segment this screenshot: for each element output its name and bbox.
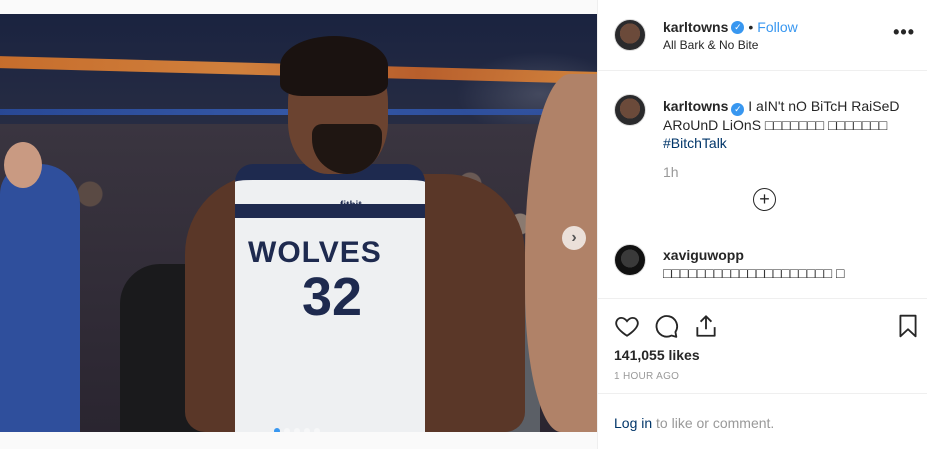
fan-left-body [0, 164, 80, 432]
share-icon[interactable] [693, 313, 719, 339]
login-rest: to like or comment. [652, 415, 775, 431]
carousel-dot [314, 428, 320, 432]
login-text: Log in to like or comment. [614, 415, 774, 431]
jersey-team-text: WOLVES [248, 236, 382, 269]
caption: karltowns ✓ I aIN't nO BiTcH RaiSeD ARoUn… [663, 97, 908, 152]
avatar[interactable] [614, 94, 646, 126]
avatar[interactable] [614, 19, 646, 51]
post-header: karltowns ✓ • Follow All Bark & No Bite … [598, 0, 927, 71]
jersey-number: 32 [301, 267, 363, 327]
comment: xaviguwopp □□□□□□□□□□□□□□□□□□□□ □ [663, 246, 908, 282]
header-separator: • [748, 19, 754, 35]
verified-icon: ✓ [731, 20, 745, 34]
header-name-row: karltowns ✓ • Follow [663, 19, 798, 35]
carousel-dots [274, 428, 320, 432]
post-photo[interactable]: fitbit WOLVES 32 › [0, 14, 597, 432]
post-actions: 141,055 likes 1 HOUR AGO [598, 298, 927, 393]
login-link[interactable]: Log in [614, 415, 652, 431]
carousel-dot [304, 428, 310, 432]
player-hair [280, 36, 388, 96]
post-timestamp: 1 HOUR AGO [614, 371, 680, 382]
heart-icon[interactable] [614, 313, 640, 339]
jersey-stripe [235, 204, 425, 218]
follow-button[interactable]: Follow [757, 19, 797, 35]
more-icon[interactable]: ••• [893, 22, 915, 43]
comment-icon[interactable] [653, 313, 679, 339]
caption-hashtag[interactable]: #BitchTalk [663, 135, 727, 151]
comment-username[interactable]: xaviguwopp [663, 247, 744, 263]
carousel-dot [274, 428, 280, 432]
likes-count[interactable]: 141,055 likes [614, 347, 700, 363]
jersey-sponsor: fitbit [340, 200, 362, 211]
comment-text: □□□□□□□□□□□□□□□□□□□□ □ [663, 265, 845, 281]
login-prompt: Log in to like or comment. [598, 393, 927, 449]
comments-section: karltowns ✓ I aIN't nO BiTcH RaiSeD ARoUn… [598, 72, 927, 298]
carousel-next-button[interactable]: › [562, 226, 586, 250]
caption-username[interactable]: karltowns [663, 98, 728, 114]
chevron-right-icon: › [571, 229, 577, 246]
add-comment-icon[interactable]: + [753, 188, 776, 211]
carousel-dot [294, 428, 300, 432]
fan-left-head [4, 142, 42, 188]
post-side-panel: karltowns ✓ • Follow All Bark & No Bite … [597, 0, 927, 449]
carousel-dot [284, 428, 290, 432]
header-username[interactable]: karltowns [663, 19, 728, 35]
verified-icon: ✓ [731, 102, 745, 116]
bookmark-icon[interactable] [895, 313, 921, 339]
header-subtitle: All Bark & No Bite [663, 38, 759, 52]
avatar[interactable] [614, 244, 646, 276]
caption-time: 1h [663, 164, 679, 180]
